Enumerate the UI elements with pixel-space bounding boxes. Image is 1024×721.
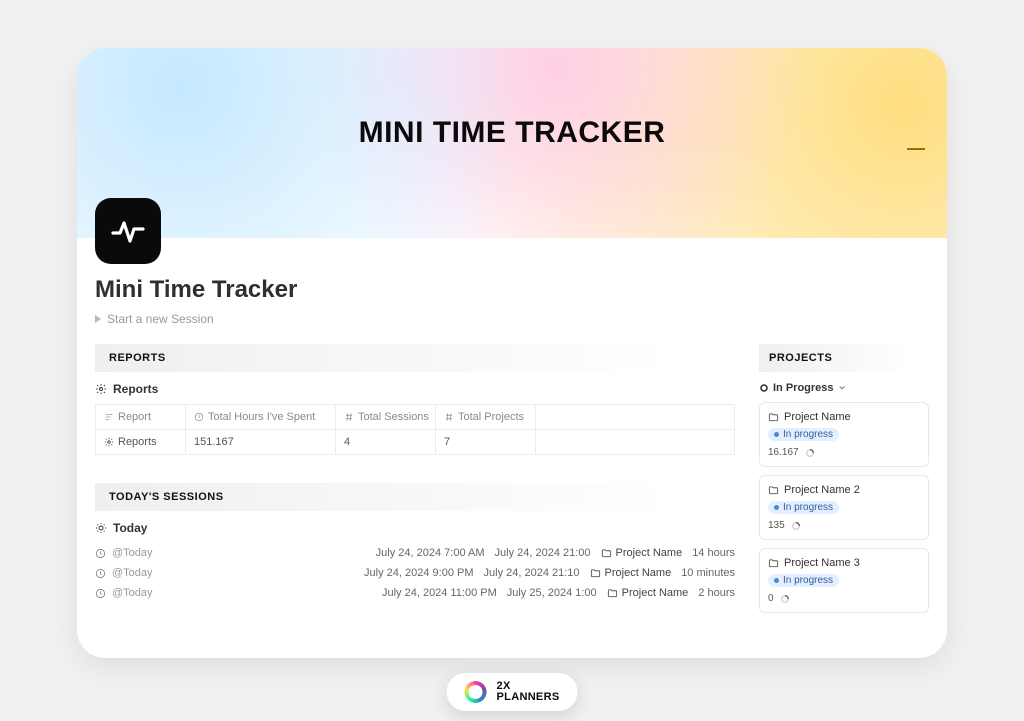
reports-view-tab[interactable]: Reports <box>95 382 735 396</box>
session-label: @Today <box>112 567 153 579</box>
session-project[interactable]: Project Name <box>590 567 672 579</box>
status-badge: In progress <box>768 428 839 441</box>
folder-icon <box>768 412 779 423</box>
reports-section-header: REPORTS <box>95 344 735 372</box>
session-start: July 24, 2024 9:00 PM <box>364 567 473 579</box>
row-hours: 151.167 <box>186 430 336 455</box>
projects-view-tab[interactable]: In Progress <box>759 382 929 394</box>
table-row[interactable]: Reports 151.167 4 7 <box>96 430 735 455</box>
app-card: MINI TIME TRACKER — Mini Time Tracker St… <box>77 48 947 658</box>
projects-section-header: PROJECTS <box>759 344 929 372</box>
session-start: July 24, 2024 11:00 PM <box>382 587 497 599</box>
session-label: @Today <box>112 547 153 559</box>
session-row[interactable]: @Today July 24, 2024 9:00 PM July 24, 2024… <box>95 563 735 583</box>
session-end: July 24, 2024 21:00 <box>495 547 591 559</box>
row-projects: 7 <box>436 430 536 455</box>
status-dot-icon <box>759 383 769 393</box>
clock-icon <box>194 412 204 422</box>
project-card[interactable]: Project Name 3 In progress 0 <box>759 548 929 613</box>
projects-view-label: In Progress <box>773 382 834 394</box>
spinner-icon <box>791 521 801 531</box>
start-session-label: Start a new Session <box>107 312 214 326</box>
session-end: July 25, 2024 1:00 <box>507 587 597 599</box>
spinner-icon <box>805 448 815 458</box>
project-name: Project Name 2 <box>784 484 860 496</box>
session-duration: 2 hours <box>698 587 735 599</box>
session-duration: 14 hours <box>692 547 735 559</box>
collapse-icon[interactable]: — <box>907 138 925 159</box>
project-hours: 16.167 <box>768 447 799 458</box>
session-start: July 24, 2024 7:00 AM <box>376 547 485 559</box>
sessions-view-tab[interactable]: Today <box>95 521 735 535</box>
folder-icon <box>768 558 779 569</box>
sessions-section-header: TODAY'S SESSIONS <box>95 483 735 511</box>
brand-pill[interactable]: 2X PLANNERS <box>447 673 578 711</box>
app-icon <box>95 198 161 264</box>
start-session-button[interactable]: Start a new Session <box>95 312 929 326</box>
hero-title: MINI TIME TRACKER <box>359 116 666 150</box>
text-icon <box>104 412 114 422</box>
session-row[interactable]: @Today July 24, 2024 11:00 PM July 25, 202… <box>95 583 735 603</box>
session-duration: 10 minutes <box>681 567 735 579</box>
brand-bottom: PLANNERS <box>497 692 560 703</box>
pulse-icon <box>108 211 148 251</box>
project-hours: 135 <box>768 520 785 531</box>
reports-view-label: Reports <box>113 382 158 396</box>
session-row[interactable]: @Today July 24, 2024 7:00 AM July 24, 2024… <box>95 543 735 563</box>
brand-logo-icon <box>465 681 487 703</box>
session-end: July 24, 2024 21:10 <box>484 567 580 579</box>
clock-icon <box>95 548 106 559</box>
play-icon <box>95 315 101 323</box>
hero-banner: MINI TIME TRACKER — <box>77 48 947 238</box>
gear-icon <box>95 383 107 395</box>
page-title: Mini Time Tracker <box>95 238 929 304</box>
session-project[interactable]: Project Name <box>607 587 689 599</box>
clock-icon <box>95 588 106 599</box>
clock-icon <box>95 568 106 579</box>
status-badge: In progress <box>768 501 839 514</box>
project-card[interactable]: Project Name In progress 16.167 <box>759 402 929 467</box>
row-sessions: 4 <box>336 430 436 455</box>
project-hours: 0 <box>768 593 774 604</box>
hash-icon <box>344 412 354 422</box>
col-sessions: Total Sessions <box>358 411 429 423</box>
reports-table: Report Total Hours I've Spent Total Sess… <box>95 404 735 455</box>
project-card[interactable]: Project Name 2 In progress 135 <box>759 475 929 540</box>
sessions-view-label: Today <box>113 521 147 535</box>
hash-icon <box>444 412 454 422</box>
col-report: Report <box>118 411 151 423</box>
col-hours: Total Hours I've Spent <box>208 411 315 423</box>
folder-icon <box>607 588 618 599</box>
folder-icon <box>768 485 779 496</box>
folder-icon <box>601 548 612 559</box>
project-name: Project Name 3 <box>784 557 860 569</box>
status-badge: In progress <box>768 574 839 587</box>
folder-icon <box>590 568 601 579</box>
spinner-icon <box>780 594 790 604</box>
gear-icon <box>104 437 114 447</box>
row-name: Reports <box>118 436 157 448</box>
sun-icon <box>95 522 107 534</box>
project-name: Project Name <box>784 411 851 423</box>
session-project[interactable]: Project Name <box>601 547 683 559</box>
col-projects: Total Projects <box>458 411 524 423</box>
session-label: @Today <box>112 587 153 599</box>
chevron-down-icon <box>838 384 846 392</box>
